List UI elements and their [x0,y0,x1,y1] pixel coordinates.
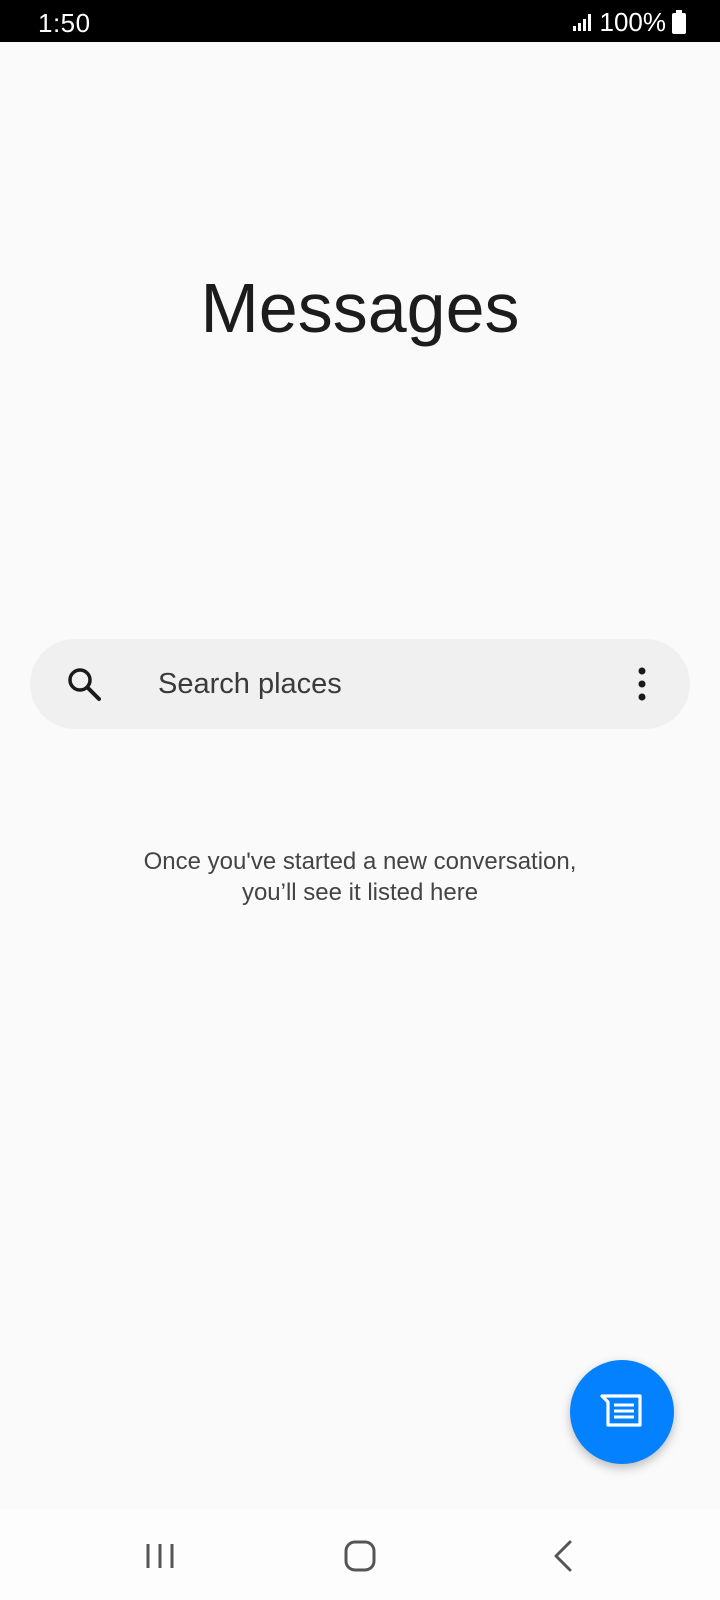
home-icon[interactable] [342,1538,378,1574]
signal-icon [572,14,591,31]
recents-icon[interactable] [142,1538,178,1574]
compose-message-button[interactable] [570,1360,674,1464]
page-title: Messages [200,269,520,347]
status-indicators: 100% [572,6,686,37]
navigation-bar [0,1510,720,1600]
compose-message-icon [600,1394,642,1427]
search-bar[interactable] [30,639,690,729]
status-time: 1:50 [38,8,91,38]
back-icon[interactable] [546,1538,582,1574]
empty-state-message: Once you've started a new conversation, … [0,846,720,908]
status-bar: 1:50 100% [0,0,720,42]
search-icon[interactable] [66,666,102,702]
search-input[interactable] [158,639,618,729]
more-options-icon[interactable] [630,666,654,702]
empty-state-line1: Once you've started a new conversation, [143,848,577,875]
battery-percentage: 100% [599,6,667,37]
empty-state-line2: you’ll see it listed here [241,879,479,906]
battery-icon [672,10,686,34]
